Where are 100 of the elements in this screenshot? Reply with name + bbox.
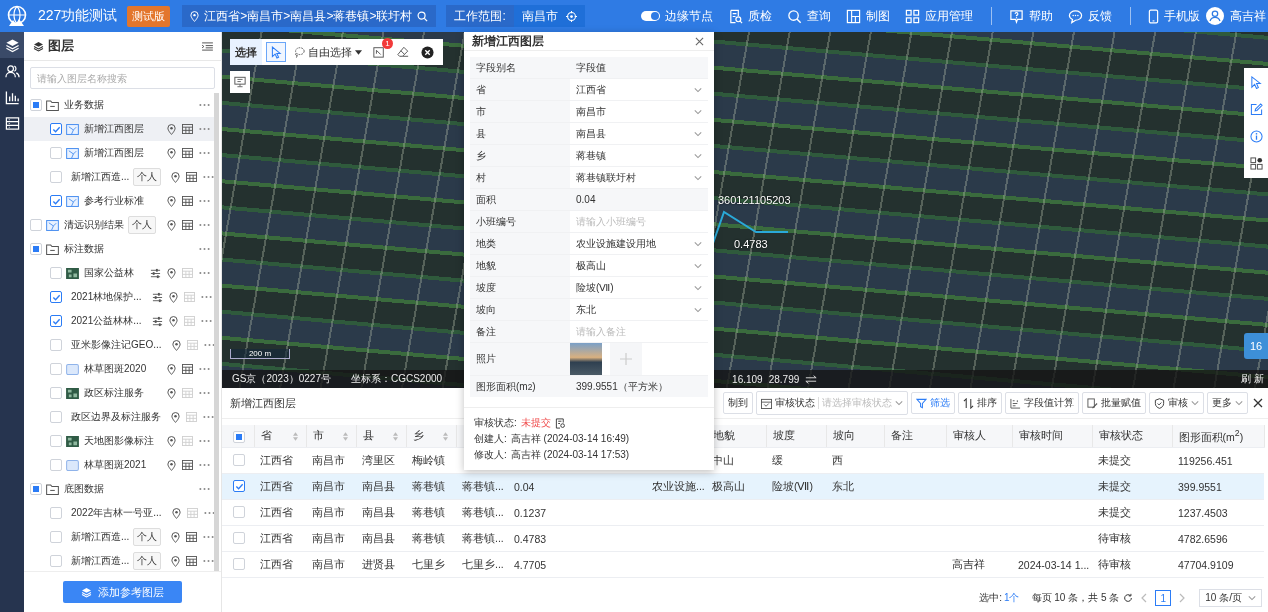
info-icon[interactable]: [1249, 130, 1263, 143]
location-pin-icon[interactable]: [171, 507, 181, 519]
location-pin-icon[interactable]: [171, 339, 181, 351]
sliders-icon[interactable]: [151, 315, 163, 327]
layer-row[interactable]: 天地图影像标注: [24, 429, 214, 453]
table-icon[interactable]: [182, 460, 193, 470]
field-input[interactable]: 请输入备注: [570, 321, 708, 342]
document-icon[interactable]: [554, 417, 566, 429]
toolbar-button[interactable]: 审核: [1149, 392, 1204, 414]
location-search-field[interactable]: 江西省>南昌市>南昌县>蒋巷镇>联圩村: [182, 5, 437, 27]
layer-group-label[interactable]: 业务数据: [64, 98, 104, 112]
field-input[interactable]: 请输入小班编号: [570, 211, 708, 232]
more-icon[interactable]: [203, 343, 214, 347]
field-dropdown[interactable]: 江西省: [570, 79, 708, 100]
column-header[interactable]: 乡: [412, 429, 424, 443]
field-dropdown[interactable]: 蒋巷镇: [570, 145, 708, 166]
table-icon[interactable]: [182, 364, 193, 374]
more-icon[interactable]: [199, 127, 210, 131]
layer-row[interactable]: 2021公益林林...: [24, 309, 214, 333]
more-icon[interactable]: [203, 559, 214, 563]
edge-node-toggle[interactable]: 边缘节点: [641, 7, 713, 25]
more-icon[interactable]: [199, 223, 210, 227]
layer-row[interactable]: 亚米影像注记GEO...: [24, 333, 214, 357]
more-icon[interactable]: [203, 511, 214, 515]
sliders-icon[interactable]: [150, 267, 161, 279]
field-dropdown[interactable]: 险坡(Ⅶ): [570, 277, 708, 298]
checkbox[interactable]: [50, 123, 62, 135]
field-dropdown[interactable]: 南昌市: [570, 101, 708, 122]
screen-display-button[interactable]: [230, 71, 250, 93]
sliders-icon[interactable]: [151, 291, 163, 303]
toolbar-button[interactable]: 更多: [1207, 392, 1248, 414]
location-pin-icon[interactable]: [171, 411, 180, 423]
more-icon[interactable]: [199, 247, 210, 251]
location-pin-icon[interactable]: [167, 459, 176, 471]
location-pin-icon[interactable]: [167, 219, 176, 231]
layer-row[interactable]: 新增江西造... 个人: [24, 525, 214, 549]
layer-group-label[interactable]: 标注数据: [64, 242, 104, 256]
column-header[interactable]: 县: [362, 429, 374, 443]
layer-row[interactable]: 参考行业标准: [24, 189, 214, 213]
collapse-menu-icon[interactable]: [202, 41, 213, 51]
more-icon[interactable]: [199, 391, 210, 395]
folder-collapse-icon[interactable]: [46, 243, 59, 255]
location-pin-icon[interactable]: [167, 435, 176, 447]
toolbar-button[interactable]: 排序: [958, 392, 1002, 414]
folder-collapse-icon[interactable]: [46, 99, 59, 111]
layer-row[interactable]: 2022年吉林一号亚...: [24, 501, 214, 525]
location-pin-icon[interactable]: [167, 195, 176, 207]
field-dropdown[interactable]: 极高山: [570, 255, 708, 276]
work-scope-selector[interactable]: 南昌市: [513, 5, 585, 27]
more-icon[interactable]: [203, 175, 214, 179]
checkbox[interactable]: [233, 480, 245, 493]
cursor-icon[interactable]: [1249, 76, 1263, 89]
more-icon[interactable]: [199, 103, 210, 107]
more-icon[interactable]: [199, 151, 210, 155]
nav-button[interactable]: 手机版: [1148, 7, 1200, 25]
layer-row[interactable]: 清远识别结果 个人: [24, 213, 214, 237]
location-pin-icon[interactable]: [171, 531, 181, 543]
location-pin-icon[interactable]: [167, 123, 176, 135]
page-button[interactable]: 1: [1155, 590, 1172, 606]
field-dropdown[interactable]: 南昌县: [570, 123, 708, 144]
layer-row[interactable]: 2021林地保护...: [24, 285, 214, 309]
refresh-button[interactable]: 刷 新: [1241, 372, 1264, 386]
more-icon[interactable]: [200, 319, 212, 323]
add-reference-layer-button[interactable]: 添加参考图层: [63, 581, 182, 603]
edit-icon[interactable]: [1249, 103, 1263, 116]
location-pin-icon[interactable]: [168, 315, 178, 327]
more-icon[interactable]: [203, 535, 214, 539]
layer-row[interactable]: 新增江西图层: [24, 117, 214, 141]
toolbar-button[interactable]: 制到: [723, 392, 753, 414]
layer-group-label[interactable]: 底图数据: [64, 482, 104, 496]
location-pin-icon[interactable]: [171, 555, 181, 567]
widgets-icon[interactable]: [1249, 157, 1263, 170]
field-dropdown[interactable]: 蒋巷镇联圩村: [570, 167, 708, 188]
free-select-dropdown[interactable]: 自由选择: [290, 42, 365, 62]
table-icon[interactable]: [186, 172, 198, 182]
table-icon[interactable]: [186, 556, 198, 566]
location-pin-icon[interactable]: [167, 267, 176, 279]
refresh-icon[interactable]: [1123, 593, 1134, 603]
column-header[interactable]: 省: [260, 429, 272, 443]
layer-row[interactable]: 国家公益林: [24, 261, 214, 285]
location-pin-icon[interactable]: [167, 363, 176, 375]
toolbar-button[interactable]: 批量赋值: [1082, 392, 1146, 414]
search-icon[interactable]: [417, 10, 429, 22]
more-icon[interactable]: [199, 487, 210, 491]
nav-button[interactable]: 查询: [787, 7, 831, 25]
checkbox[interactable]: [50, 291, 62, 303]
folder-collapse-icon[interactable]: [46, 483, 59, 495]
field-dropdown[interactable]: 农业设施建设用地: [570, 233, 708, 254]
location-pin-icon[interactable]: [171, 171, 181, 183]
table-icon[interactable]: [182, 196, 193, 206]
layer-row[interactable]: 新增江西造... 个人: [24, 165, 214, 189]
photo-placeholder[interactable]: [570, 343, 602, 375]
table-icon[interactable]: [182, 220, 193, 230]
layer-row[interactable]: 林草图斑2020: [24, 357, 214, 381]
pointer-tool-button[interactable]: [266, 42, 286, 62]
more-icon[interactable]: [199, 367, 210, 371]
swap-icon[interactable]: [805, 374, 818, 384]
layer-row[interactable]: 林草图斑2021: [24, 453, 214, 477]
table-icon[interactable]: [182, 124, 193, 134]
location-pin-icon[interactable]: [168, 291, 178, 303]
